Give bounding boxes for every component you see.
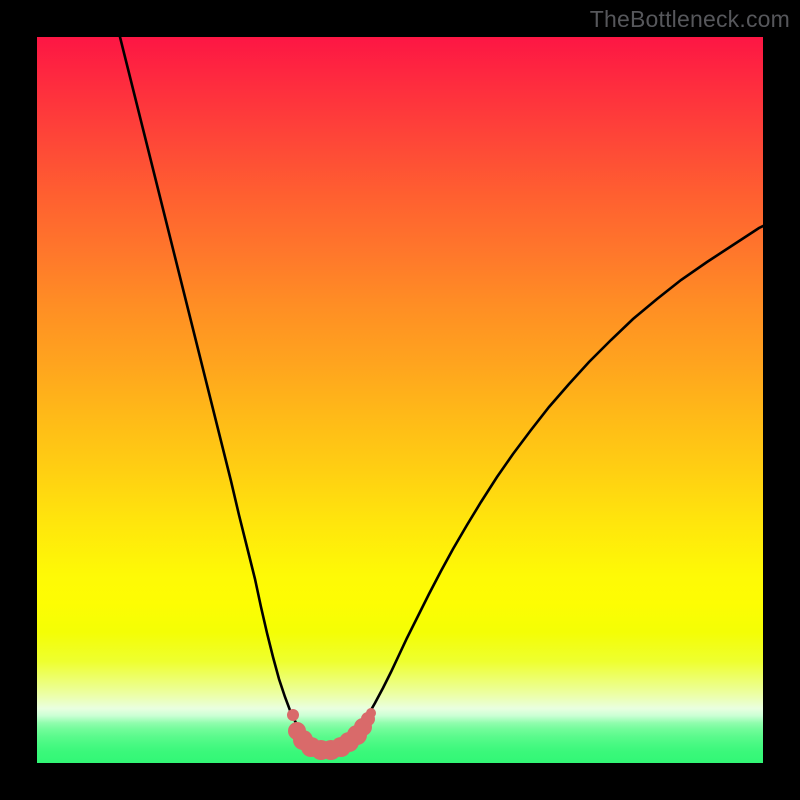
curve-marker [287,709,299,721]
bottleneck-curve [120,37,763,749]
chart-frame [37,37,763,763]
chart-svg [37,37,763,763]
curve-marker [366,708,376,718]
watermark-text: TheBottleneck.com [590,6,790,33]
curve-markers [287,708,376,760]
